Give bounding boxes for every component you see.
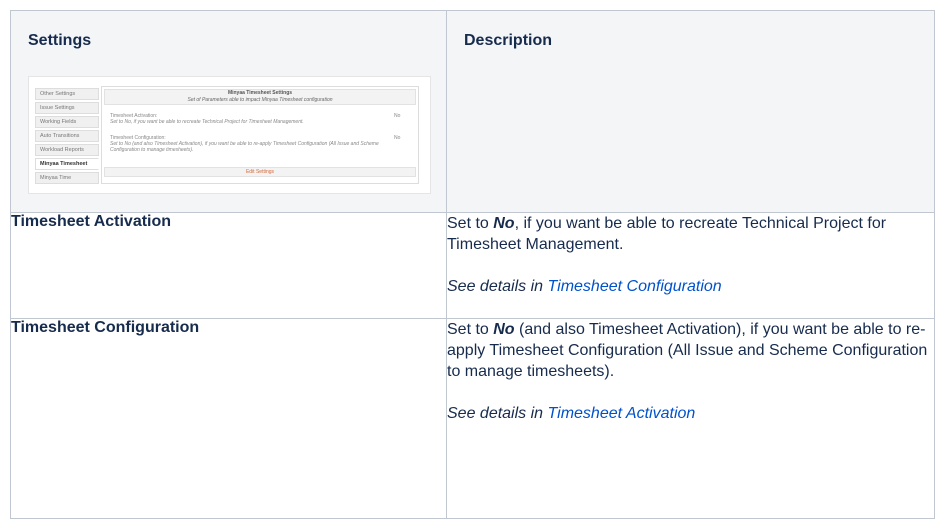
settings-screenshot: Other Settings Issue Settings Working Fi… bbox=[28, 76, 431, 194]
screenshot-option-1: Timesheet Activation: Set to No, if you … bbox=[110, 113, 400, 125]
screenshot-tab: Working Fields bbox=[35, 116, 99, 128]
screenshot-panel: Minyaa Timesheet Settings Set of Paramet… bbox=[101, 86, 419, 184]
setting-description: Set to No (and also Timesheet Activation… bbox=[446, 318, 935, 519]
screenshot-panel-title-text: Minyaa Timesheet Settings bbox=[227, 90, 293, 96]
details-prefix: See details in bbox=[447, 405, 548, 422]
setting-name: Timesheet Activation bbox=[10, 212, 447, 319]
description-prefix: Set to bbox=[447, 321, 494, 338]
screenshot-tab: Workload Reports bbox=[35, 144, 99, 156]
details-line: See details in Timesheet Configuration bbox=[447, 276, 934, 297]
timesheet-configuration-link[interactable]: Timesheet Configuration bbox=[548, 278, 722, 295]
screenshot-tab: Auto Transitions bbox=[35, 130, 99, 142]
screenshot-option-1-desc: Set to No, if you want be able to recrea… bbox=[110, 119, 304, 125]
timesheet-activation-link[interactable]: Timesheet Activation bbox=[548, 405, 696, 422]
details-line: See details in Timesheet Activation bbox=[447, 403, 934, 424]
screenshot-tab: Other Settings bbox=[35, 88, 99, 100]
screenshot-option-2-desc: Set to No (and also Timesheet Activation… bbox=[110, 141, 379, 153]
screenshot-tab: Minyaa Time bbox=[35, 172, 99, 184]
screenshot-tab: Issue Settings bbox=[35, 102, 99, 114]
screenshot-option-1-value: No bbox=[394, 113, 401, 119]
settings-header-label: Settings bbox=[28, 32, 92, 49]
screenshot-tab-active: Minyaa Timesheet bbox=[35, 158, 99, 170]
screenshot-option-2-value: No bbox=[394, 135, 401, 141]
screenshot-edit-button: Edit Settings bbox=[104, 167, 416, 177]
setting-description: Set to No, if you want be able to recrea… bbox=[446, 212, 935, 319]
description-value: No bbox=[493, 215, 515, 232]
setting-name: Timesheet Configuration bbox=[10, 318, 447, 519]
screenshot-option-2: Timesheet Configuration: Set to No (and … bbox=[110, 135, 400, 153]
settings-table: Settings Other Settings Issue Settings W… bbox=[10, 10, 935, 519]
description-text: Set to No, if you want be able to recrea… bbox=[447, 213, 934, 255]
description-text: Set to No (and also Timesheet Activation… bbox=[447, 319, 934, 382]
screenshot-panel-title: Minyaa Timesheet Settings Set of Paramet… bbox=[104, 89, 416, 105]
screenshot-panel-subtitle: Set of Parameters able to impact Minyaa … bbox=[187, 97, 333, 103]
table-row: Timesheet Configuration Set to No (and a… bbox=[10, 318, 935, 519]
details-prefix: See details in bbox=[447, 278, 548, 295]
table-row: Timesheet Activation Set to No, if you w… bbox=[10, 212, 935, 319]
screenshot-tabs: Other Settings Issue Settings Working Fi… bbox=[35, 88, 99, 186]
description-value: No bbox=[493, 321, 515, 338]
description-rest: (and also Timesheet Activation), if you … bbox=[447, 321, 928, 380]
description-header: Description bbox=[446, 10, 935, 213]
header-row: Settings Other Settings Issue Settings W… bbox=[10, 10, 935, 213]
description-prefix: Set to bbox=[447, 215, 494, 232]
settings-header: Settings Other Settings Issue Settings W… bbox=[10, 10, 447, 213]
